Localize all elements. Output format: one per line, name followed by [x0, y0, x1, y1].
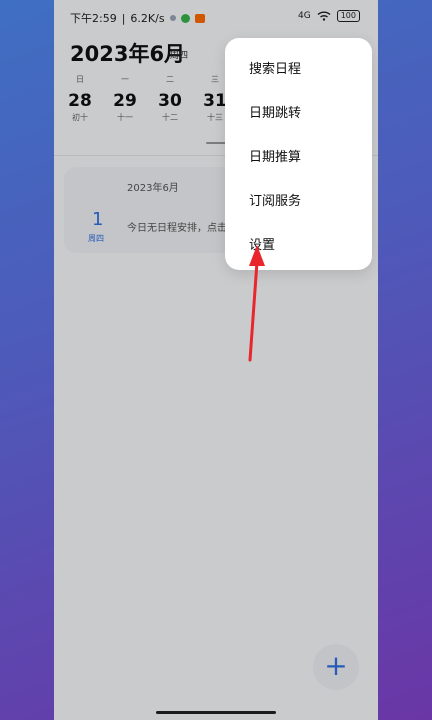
phone-screen: 下午2:59 | 6.2K/s 4G 100 2023年6月 周四 日 28 初… — [54, 0, 378, 720]
menu-item-subscription[interactable]: 订阅服务 — [249, 190, 301, 209]
menu-item-search-schedule[interactable]: 搜索日程 — [249, 58, 301, 77]
menu-item-date-calc[interactable]: 日期推算 — [249, 146, 301, 165]
menu-item-date-jump[interactable]: 日期跳转 — [249, 102, 301, 121]
menu-item-settings[interactable]: 设置 — [249, 234, 275, 253]
overflow-menu: 搜索日程 日期跳转 日期推算 订阅服务 设置 — [225, 38, 372, 270]
